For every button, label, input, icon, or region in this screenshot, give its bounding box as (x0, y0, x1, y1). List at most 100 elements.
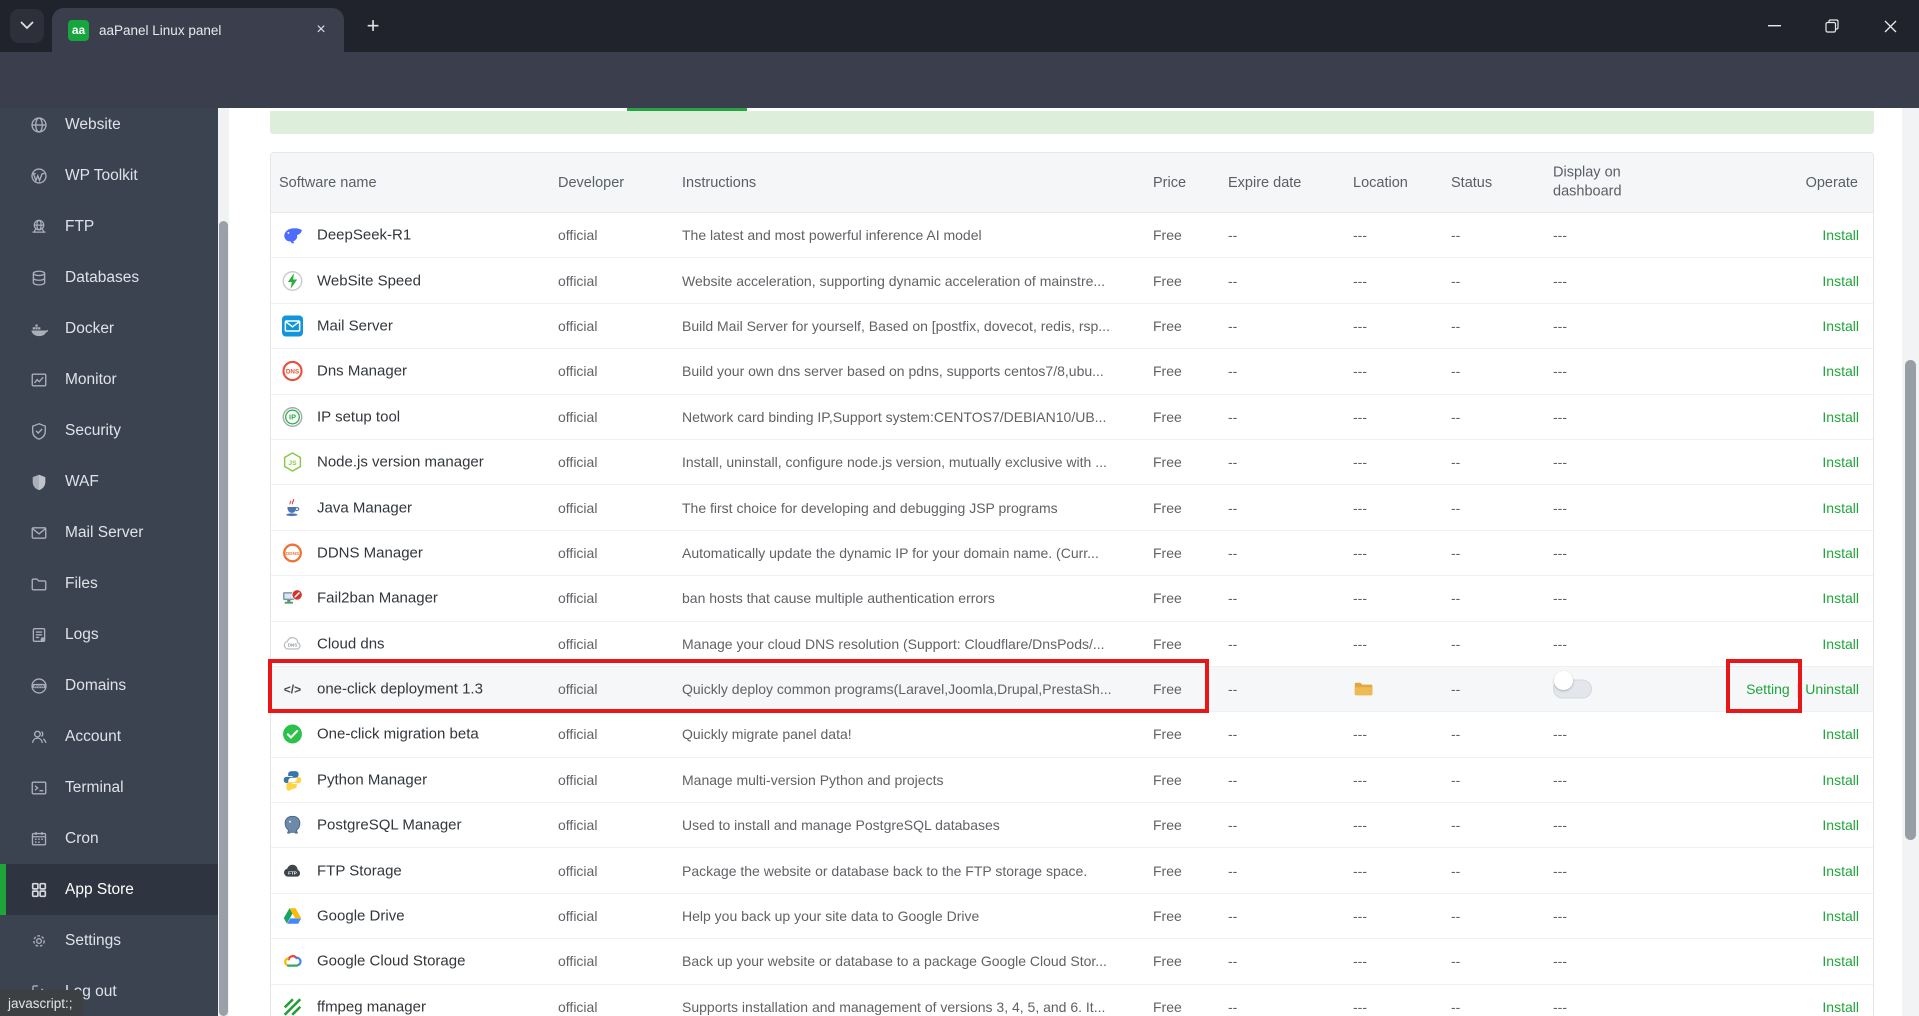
dns-icon: DNS (282, 361, 303, 382)
app-location: --- (1353, 590, 1367, 607)
install-link[interactable]: Install (1822, 953, 1859, 969)
deepseek-icon (282, 225, 303, 246)
sidebar-item-files[interactable]: Files (0, 558, 218, 609)
table-row-website-speed: WebSite Speed official Website accelerat… (271, 258, 1873, 304)
screen: aa aaPanel Linux panel × + Website WP To… (0, 0, 1919, 1016)
chevron-down-icon (20, 17, 34, 35)
mail-app-icon (282, 315, 303, 337)
table-row-cloud-dns: DNS Cloud dns official Manage your cloud… (271, 621, 1873, 667)
app-operate: Install (1822, 999, 1859, 1015)
install-link[interactable]: Install (1822, 227, 1859, 243)
operate-divider: | (1795, 681, 1800, 698)
app-price: Free (1153, 681, 1182, 698)
svg-text:DNS: DNS (288, 642, 297, 647)
app-operate: Install (1822, 363, 1859, 379)
app-expire-date: -- (1228, 953, 1238, 970)
window-close-button[interactable] (1861, 0, 1919, 52)
sidebar-item-ftp[interactable]: FTP (0, 201, 218, 252)
sidebar-item-waf[interactable]: WAF (0, 456, 218, 507)
app-instructions: Back up your website or database to a pa… (682, 953, 1107, 970)
toggle-off-switch[interactable] (1553, 670, 1592, 699)
waf-icon (30, 473, 48, 491)
install-link[interactable]: Install (1822, 772, 1859, 788)
svg-text:WWW: WWW (34, 684, 45, 688)
install-link[interactable]: Install (1822, 454, 1859, 470)
svg-text:FTP: FTP (288, 870, 297, 875)
app-price: Free (1153, 272, 1182, 289)
sidebar-item-logs[interactable]: Logs (0, 609, 218, 660)
google-drive-icon (282, 906, 303, 927)
sidebar-item-monitor[interactable]: Monitor (0, 354, 218, 405)
ffmpeg-icon (282, 996, 303, 1016)
sidebar-item-website[interactable]: Website (0, 108, 218, 150)
app-location: --- (1353, 227, 1367, 244)
ip-icon: IP (282, 406, 303, 427)
install-link[interactable]: Install (1822, 999, 1859, 1015)
install-link[interactable]: Install (1822, 545, 1859, 561)
install-link[interactable]: Install (1822, 636, 1859, 652)
tab-title: aaPanel Linux panel (99, 22, 222, 38)
sidebar-item-wp-toolkit[interactable]: WP Toolkit (0, 150, 218, 201)
app-name: One-click migration beta (317, 725, 479, 743)
column-operate: Operate (1805, 174, 1858, 191)
uninstall-link[interactable]: Uninstall (1805, 681, 1859, 697)
sidebar-item-security[interactable]: Security (0, 405, 218, 456)
new-tab-button[interactable]: + (358, 11, 388, 41)
main-content: Software name Developer Instructions Pri… (229, 108, 1902, 1016)
app-developer: official (558, 363, 598, 380)
app-developer: official (558, 771, 598, 788)
folder-icon[interactable] (1353, 679, 1373, 699)
window-minimize-button[interactable] (1745, 0, 1803, 52)
install-link[interactable]: Install (1822, 590, 1859, 606)
app-name: Java Manager (317, 499, 413, 517)
tab-close-button[interactable]: × (310, 19, 332, 41)
ftp-icon (30, 218, 48, 236)
install-link[interactable]: Install (1822, 500, 1859, 516)
sidebar-item-docker[interactable]: Docker (0, 303, 218, 354)
sidebar-item-settings[interactable]: Settings (0, 915, 218, 966)
sidebar-item-account[interactable]: Account (0, 711, 218, 762)
app-developer: official (558, 317, 598, 334)
install-link[interactable]: Install (1822, 273, 1859, 289)
sidebar-scrollbar[interactable] (218, 108, 229, 1016)
sidebar-item-app-store[interactable]: App Store (0, 864, 218, 915)
app-price: Free (1153, 771, 1182, 788)
app-name: one-click deployment 1.3 (317, 680, 483, 698)
sidebar-item-domains[interactable]: WWW Domains (0, 660, 218, 711)
app-operate: Install (1822, 590, 1859, 606)
install-link[interactable]: Install (1822, 817, 1859, 833)
app-instructions: Supports installation and management of … (682, 998, 1106, 1015)
app-instructions: ban hosts that cause multiple authentica… (682, 590, 995, 607)
sidebar-item-terminal[interactable]: Terminal (0, 762, 218, 813)
app-display-on-dashboard: --- (1553, 227, 1567, 244)
app-status: -- (1451, 998, 1461, 1015)
setting-link[interactable]: Setting (1746, 681, 1790, 697)
browser-tab[interactable]: aa aaPanel Linux panel × (52, 8, 344, 52)
table-row-ip-setup-tool: IP IP setup tool official Network card b… (271, 394, 1873, 440)
sidebar-item-cron[interactable]: Cron (0, 813, 218, 864)
app-developer: official (558, 862, 598, 879)
install-link[interactable]: Install (1822, 318, 1859, 334)
page-scrollbar-thumb[interactable] (1905, 360, 1916, 840)
app-name: DDNS Manager (317, 544, 423, 562)
table-row-one-click-deployment-1-3: </> one-click deployment 1.3 official Qu… (271, 666, 1873, 713)
column-software-name: Software name (279, 174, 377, 191)
install-link[interactable]: Install (1822, 409, 1859, 425)
browser-tab-bar: aa aaPanel Linux panel × + (0, 0, 1919, 52)
install-link[interactable]: Install (1822, 726, 1859, 742)
page-scrollbar[interactable] (1902, 108, 1919, 1016)
app-expire-date: -- (1228, 817, 1238, 834)
install-link[interactable]: Install (1822, 908, 1859, 924)
website-icon (30, 116, 48, 134)
install-link[interactable]: Install (1822, 363, 1859, 379)
postgresql-icon (282, 815, 303, 836)
window-restore-button[interactable] (1803, 0, 1861, 52)
app-expire-date: -- (1228, 544, 1238, 561)
sidebar-item-mail-server[interactable]: Mail Server (0, 507, 218, 558)
sidebar-item-label: Files (65, 574, 98, 592)
sidebar-scrollbar-thumb[interactable] (219, 221, 228, 1016)
sidebar-item-databases[interactable]: Databases (0, 252, 218, 303)
svg-text:DNS: DNS (286, 369, 299, 376)
tab-search-button[interactable] (10, 9, 44, 43)
install-link[interactable]: Install (1822, 863, 1859, 879)
